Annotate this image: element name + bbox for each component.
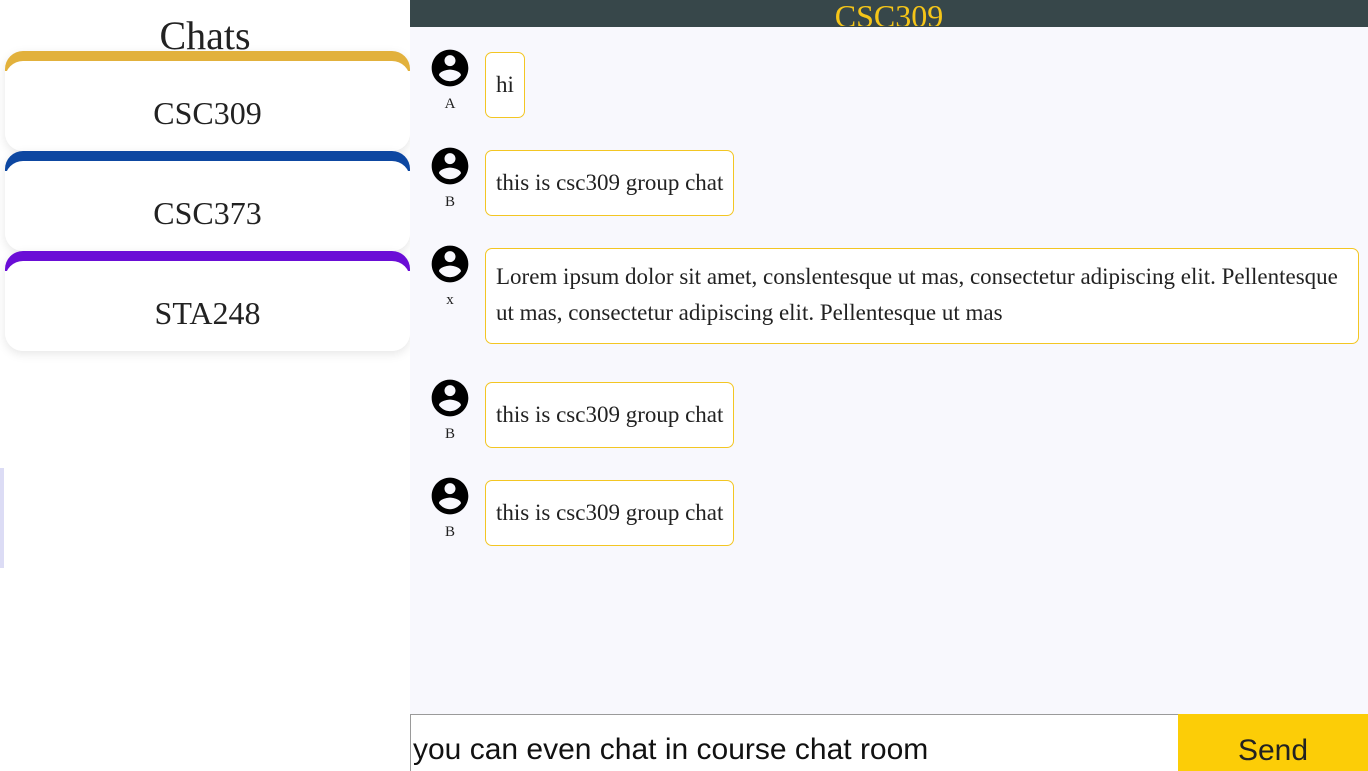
sender-name: B [444, 524, 455, 540]
message-bubble: this is csc309 group chat [485, 150, 735, 216]
send-button[interactable]: Send [1178, 714, 1368, 771]
message-bubble: this is csc309 group chat [485, 480, 735, 546]
account-circle-icon [431, 147, 469, 185]
chat-item-sta248[interactable]: STA248 [5, 251, 410, 351]
chat-item-label: CSC373 [153, 195, 262, 231]
avatar: x [428, 242, 472, 309]
chat-room-title: CSC309 [834, 0, 944, 26]
account-circle-icon [431, 245, 469, 283]
message-bubble: this is csc309 group chat [485, 382, 735, 448]
avatar: B [428, 474, 472, 541]
avatar: B [428, 144, 472, 211]
account-circle-icon [431, 49, 469, 87]
sender-name: A [444, 96, 456, 112]
chat-item-csc373[interactable]: CSC373 [5, 151, 410, 251]
sender-name: B [444, 194, 455, 210]
chat-sidebar: Chats CSC309 CSC373 STA248 [0, 0, 410, 771]
avatar: A [428, 46, 472, 113]
chat-item-label: CSC309 [153, 95, 262, 131]
message-input[interactable] [410, 714, 1178, 771]
account-circle-icon [431, 379, 469, 417]
sender-name: B [444, 426, 455, 442]
chat-main-panel: CSC309 A hi B this is csc309 group chat … [410, 0, 1368, 771]
message-bubble: hi [485, 52, 525, 118]
sender-name: x [446, 292, 454, 308]
chat-item-label: STA248 [154, 295, 261, 331]
chat-item-csc309[interactable]: CSC309 [5, 51, 410, 151]
chat-header: CSC309 [410, 0, 1368, 27]
avatar: B [428, 376, 472, 443]
message-composer: Send [410, 714, 1368, 771]
message-bubble: Lorem ipsum dolor sit amet, conslentesqu… [485, 248, 1359, 344]
account-circle-icon [431, 477, 469, 515]
sidebar-accent-divider [0, 468, 4, 568]
